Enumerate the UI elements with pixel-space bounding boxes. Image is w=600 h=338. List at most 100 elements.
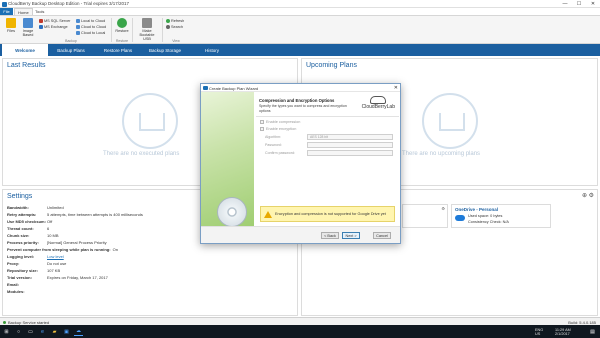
ms-sql-button[interactable]: MS SQL Server xyxy=(39,18,70,23)
settings-value: 6 xyxy=(47,226,50,231)
last-results-empty: There are no executed plans xyxy=(103,151,180,157)
cloud-sync-icon xyxy=(76,24,80,29)
dialog-app-icon xyxy=(203,85,208,90)
back-button[interactable]: < Back xyxy=(321,232,339,239)
ribbon-separator xyxy=(162,18,163,42)
maximize-button[interactable]: ☐ xyxy=(572,0,586,8)
upcoming-plans-empty: There are no upcoming plans xyxy=(402,151,481,157)
tray-region: US xyxy=(535,332,541,336)
ms-exchange-button[interactable]: MS Exchange xyxy=(39,24,68,29)
algorithm-label: Algorithm: xyxy=(265,135,282,139)
settings-key: Bandwidth: xyxy=(7,205,29,210)
warning-icon xyxy=(264,210,272,218)
files-button[interactable]: Files xyxy=(3,18,19,38)
edge-icon[interactable]: e xyxy=(38,327,47,336)
settings-value: On xyxy=(112,247,118,252)
file-explorer-icon[interactable]: ▰ xyxy=(50,327,59,336)
status-ok-icon xyxy=(3,320,6,324)
next-button[interactable]: Next > xyxy=(342,232,360,239)
settings-row: Modules: xyxy=(7,289,47,294)
add-storage-icon[interactable]: ⊕ xyxy=(582,192,587,199)
settings-key: Use MD5 checksum: xyxy=(7,219,46,224)
search-label: Search xyxy=(171,24,184,29)
cloud-to-cloud-button[interactable]: Cloud to Cloud xyxy=(76,24,106,29)
close-button[interactable]: ✕ xyxy=(586,0,600,8)
restore-button[interactable]: Restore xyxy=(114,18,130,38)
settings-row: Process priority: [Normal] General Proces… xyxy=(7,240,107,245)
tab-file[interactable]: File xyxy=(0,8,13,15)
image-based-button[interactable]: Image Based xyxy=(20,18,36,38)
algorithm-select[interactable]: AES 128 bit xyxy=(307,133,393,140)
tab-welcome[interactable]: Welcome xyxy=(2,44,48,56)
windows-start-icon[interactable]: ⊞ xyxy=(2,327,11,336)
minimize-button[interactable]: — xyxy=(558,0,572,8)
tab-restore-plans[interactable]: Restore Plans xyxy=(95,44,141,56)
cloud-icon xyxy=(455,215,465,221)
store-icon[interactable]: ▣ xyxy=(62,327,71,336)
enable-compression-option[interactable]: Enable compression xyxy=(260,120,300,124)
onedrive-title: OneDrive - Personal xyxy=(455,207,499,212)
disk-image-icon xyxy=(23,18,33,28)
tab-tools[interactable]: Tools xyxy=(32,8,47,15)
local-to-cloud-button[interactable]: Local to Cloud xyxy=(76,18,105,23)
make-bootable-button[interactable]: Make Bootable USB xyxy=(136,18,158,41)
settings-key: Proxy: xyxy=(7,261,20,266)
header-divider xyxy=(256,116,399,117)
taskbar: ⊞ ○ ▭ e ▰ ▣ ☁ ENG US 11:29 AM 2/1/2017 ▤ xyxy=(0,325,600,338)
dialog-title-bar: Create Backup Plan Wizard ✕ xyxy=(201,84,400,92)
tab-backup-storage[interactable]: Backup Storage xyxy=(142,44,188,56)
wizard-heading: Compression and Encryption Options xyxy=(259,98,335,103)
refresh-label: Refresh xyxy=(171,18,185,23)
gear-icon[interactable]: ⚙ xyxy=(589,192,594,199)
settings-value: Do not use xyxy=(47,261,67,266)
storage-card-onedrive[interactable]: OneDrive - Personal Used space: 0 bytes … xyxy=(451,204,551,228)
enable-encryption-option[interactable]: Enable encryption xyxy=(260,127,296,131)
ribbon-tabs: File Home Tools xyxy=(0,8,600,15)
cancel-button[interactable]: Cancel xyxy=(373,232,391,239)
dialog-footer: < Back Next > Cancel xyxy=(201,226,400,243)
password-input[interactable] xyxy=(307,141,393,148)
make-bootable-label: Make Bootable USB xyxy=(139,29,155,41)
refresh-button[interactable]: Refresh xyxy=(166,18,184,23)
tab-backup-plans[interactable]: Backup Plans xyxy=(48,44,94,56)
cloud-to-local-button[interactable]: Cloud to Local xyxy=(76,30,105,35)
disc-icon xyxy=(217,197,247,227)
enable-compression-checkbox[interactable] xyxy=(260,120,264,124)
enable-encryption-checkbox[interactable] xyxy=(260,127,264,131)
confirm-password-input[interactable] xyxy=(307,149,393,156)
settings-key: Retry attempts: xyxy=(7,212,37,217)
tab-history[interactable]: History xyxy=(189,44,235,56)
settings-key: Email: xyxy=(7,282,20,287)
settings-value: Expires on Friday, March 17, 2017 xyxy=(47,275,108,280)
settings-key: Process priority: xyxy=(7,240,39,245)
password-label: Password: xyxy=(265,143,282,147)
settings-row: Proxy: Do not use xyxy=(7,261,66,266)
task-view-icon[interactable]: ▭ xyxy=(26,327,35,336)
warning-text: Encryption and compression is not suppor… xyxy=(275,212,386,216)
notifications-icon[interactable]: ▤ xyxy=(588,327,597,336)
exchange-icon xyxy=(39,24,43,29)
cloud-to-local-label: Cloud to Local xyxy=(81,30,106,35)
local-to-cloud-label: Local to Cloud xyxy=(81,18,106,23)
dialog-close-icon[interactable]: ✕ xyxy=(394,85,398,91)
cloud-download-icon xyxy=(76,30,80,35)
settings-key: Prevent computer from sleeping while pla… xyxy=(7,247,111,252)
group-backup-label: Backup xyxy=(65,39,77,43)
tab-home[interactable]: Home xyxy=(14,8,33,15)
storage-card-left[interactable]: ⚙ xyxy=(402,204,448,228)
inbox-icon xyxy=(122,93,178,149)
settings-key: Logging level: xyxy=(7,254,35,259)
search-icon[interactable]: ○ xyxy=(14,327,23,336)
settings-key: Trial version: xyxy=(7,275,32,280)
inbox-icon xyxy=(422,93,478,149)
gear-icon[interactable]: ⚙ xyxy=(441,206,445,211)
settings-row: Bandwidth: Unlimited xyxy=(7,205,64,210)
logging-level-link[interactable]: Low level xyxy=(47,254,64,259)
folder-icon xyxy=(6,18,16,28)
ribbon-separator xyxy=(111,18,112,42)
ribbon: Files Image Based MS SQL Server MS Excha… xyxy=(0,15,600,44)
cloudberry-taskbar-icon[interactable]: ☁ xyxy=(74,327,83,336)
settings-row: Use MD5 checksum: Off xyxy=(7,219,52,224)
settings-row: Logging level: Low level xyxy=(7,254,64,259)
search-button[interactable]: Search xyxy=(166,24,183,29)
